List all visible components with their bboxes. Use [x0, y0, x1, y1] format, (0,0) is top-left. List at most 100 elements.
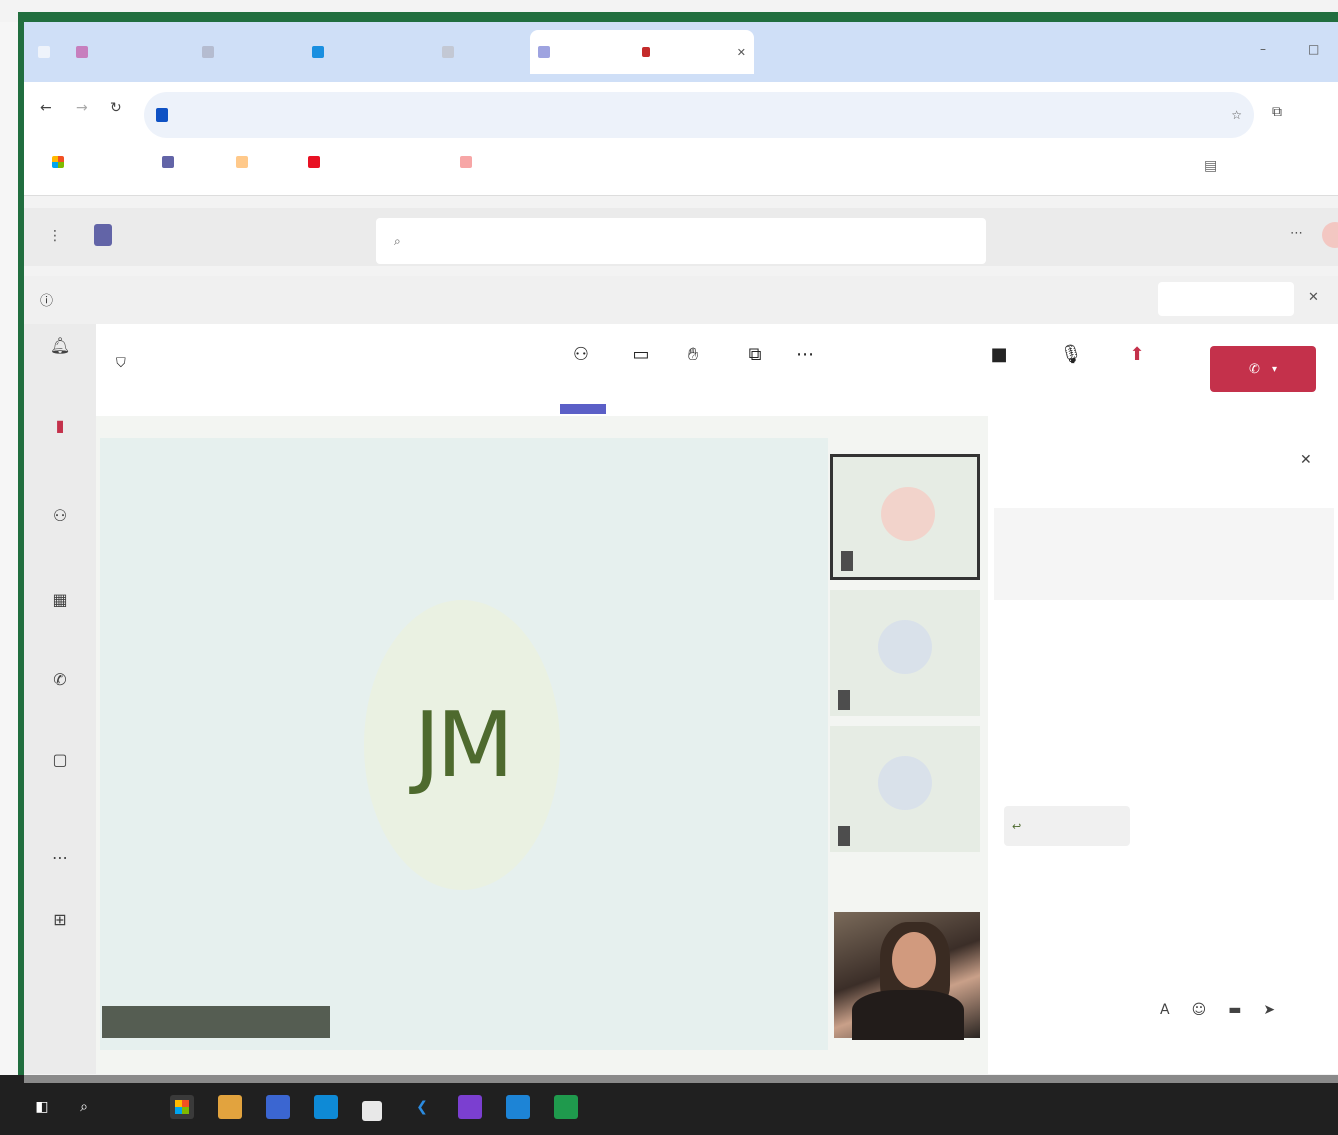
browser-tab-4[interactable] — [434, 30, 534, 74]
reply-chip[interactable]: ↩︎ — [1004, 806, 1130, 846]
search-input[interactable]: ⌕ — [376, 218, 986, 264]
bookmark-icon — [236, 156, 248, 168]
windows-taskbar — [0, 1075, 1338, 1135]
rail-item-calendar[interactable]: ▦ — [30, 590, 90, 613]
store-icon[interactable] — [314, 1095, 338, 1119]
close-tab-icon[interactable]: ✕ — [737, 46, 746, 59]
share-icon: ⬆︎ — [1129, 344, 1145, 365]
tab-actions-button[interactable] — [30, 30, 54, 74]
rooms-icon: ⧉ — [748, 344, 762, 365]
camera-button[interactable]: ■ — [970, 344, 1028, 373]
reply-icon: ↩︎ — [1012, 819, 1022, 833]
teams-icon: ⚇ — [52, 506, 68, 525]
person-photo-body — [852, 990, 964, 1040]
bookmark-2[interactable] — [162, 156, 179, 168]
chat-notice — [994, 508, 1334, 600]
mic-button[interactable]: 🎙︎ — [1042, 344, 1100, 373]
shield-icon: ⛉ — [116, 356, 126, 371]
chat-button[interactable]: ▭ — [612, 344, 670, 373]
browser-tab-1[interactable] — [68, 30, 178, 74]
rail-item-files[interactable]: ▢ — [30, 750, 90, 773]
participant-thumbnail[interactable] — [830, 726, 980, 852]
raise-hand-button[interactable]: ✋︎ — [664, 344, 722, 373]
participant-name-label — [838, 826, 850, 846]
info-icon: ⓘ — [40, 294, 54, 309]
bookmark-5[interactable] — [460, 156, 477, 168]
format-icon[interactable]: A — [1160, 1002, 1170, 1018]
files-icon: ▢ — [52, 750, 68, 769]
avatar[interactable] — [1322, 222, 1338, 248]
rail-item-activity[interactable]: 🔔︎ — [30, 336, 90, 359]
back-icon[interactable]: ← — [40, 100, 52, 116]
microsoft-icon — [52, 156, 64, 168]
participant-avatar — [878, 620, 932, 674]
participant-name-label — [838, 690, 850, 710]
participant-avatar — [881, 487, 935, 541]
participant-thumbnail[interactable] — [830, 590, 980, 716]
calls-icon: ✆ — [53, 670, 67, 689]
mic-icon: 🎙︎ — [1059, 344, 1083, 365]
raise-hand-icon: ✋︎ — [687, 344, 699, 365]
bookmark-1[interactable] — [52, 156, 69, 168]
star-icon[interactable]: ☆ — [1231, 108, 1242, 122]
forward-icon[interactable]: → — [76, 100, 88, 116]
extensions-icon[interactable]: ⧉ — [1272, 104, 1282, 120]
settings-icon[interactable]: ⋯ — [1290, 226, 1303, 241]
participant-thumbnail[interactable] — [830, 454, 980, 580]
rail-item-apps[interactable]: ⊞ — [30, 910, 90, 933]
address-bar[interactable]: ☆ — [144, 92, 1254, 138]
chat-icon: ▮ — [55, 416, 65, 435]
file-explorer-icon[interactable] — [218, 1095, 242, 1119]
more-icon: ⋯ — [796, 344, 814, 365]
chevron-down-icon: ▾ — [1271, 363, 1277, 375]
rail-item-more[interactable]: ⋯ — [30, 848, 90, 871]
office-icon[interactable] — [266, 1095, 290, 1119]
share-button[interactable]: ⬆︎ — [1108, 344, 1166, 373]
bookmarks-bar — [24, 140, 1338, 196]
self-video-preview[interactable] — [834, 912, 980, 1040]
maximize-icon[interactable]: □ — [1308, 42, 1319, 56]
notepad-icon[interactable] — [362, 1101, 382, 1121]
rail-item-chat[interactable]: ▮ — [30, 416, 90, 439]
excel-icon[interactable] — [554, 1095, 578, 1119]
activity-icon: 🔔︎ — [49, 336, 71, 355]
participant-avatar: JM — [364, 600, 560, 890]
onenote-icon[interactable] — [458, 1095, 482, 1119]
rail-item-calls[interactable]: ✆ — [30, 670, 90, 693]
rail-item-teams[interactable]: ⚇ — [30, 506, 90, 529]
browser-tab-strip: ✕ – □ — [24, 22, 1338, 82]
browser-tab-3[interactable] — [304, 30, 424, 74]
teams-favicon — [538, 46, 550, 58]
start-icon[interactable]: ◧ — [30, 1095, 54, 1119]
leave-button[interactable]: ✆ ▾ — [1210, 346, 1316, 392]
people-button[interactable]: ⚇ — [552, 344, 610, 373]
minimize-icon[interactable]: – — [1260, 42, 1266, 56]
bookmark-4[interactable] — [308, 156, 325, 168]
vscode-icon[interactable]: ❮ — [410, 1095, 434, 1119]
attach-icon[interactable]: ▬ — [1228, 1002, 1241, 1018]
close-icon[interactable]: ✕ — [1300, 452, 1312, 468]
bookmark-3[interactable] — [236, 156, 253, 168]
participant-name-label — [102, 1006, 330, 1038]
emoji-icon[interactable]: ☺ — [1192, 1002, 1207, 1018]
bookmark-icon — [460, 156, 472, 168]
banner-action-button[interactable] — [1158, 282, 1294, 316]
browser-tab-2[interactable] — [194, 30, 314, 74]
site-info-icon[interactable] — [156, 108, 168, 122]
close-banner-icon[interactable]: ✕ — [1308, 290, 1319, 305]
phone-hangup-icon: ✆ — [1249, 361, 1260, 377]
other-favorites-icon[interactable]: ▤ — [1204, 158, 1217, 174]
edge-icon[interactable] — [170, 1095, 194, 1119]
grid-icon[interactable]: ⋮ — [48, 228, 62, 244]
left-gutter — [0, 22, 18, 1075]
participant-name-label — [841, 551, 853, 571]
browser-tab-active[interactable]: ✕ — [530, 30, 754, 74]
horizontal-scrollbar[interactable] — [24, 1075, 1338, 1083]
more-participants-button[interactable] — [830, 858, 980, 906]
search-icon[interactable]: ⌕ — [72, 1095, 96, 1119]
send-icon[interactable]: ➤ — [1263, 1002, 1275, 1018]
powershell-icon[interactable] — [506, 1095, 530, 1119]
more-actions-button[interactable]: ⋯ — [776, 344, 834, 373]
refresh-icon[interactable]: ↻ — [110, 100, 122, 116]
people-icon: ⚇ — [572, 344, 590, 365]
